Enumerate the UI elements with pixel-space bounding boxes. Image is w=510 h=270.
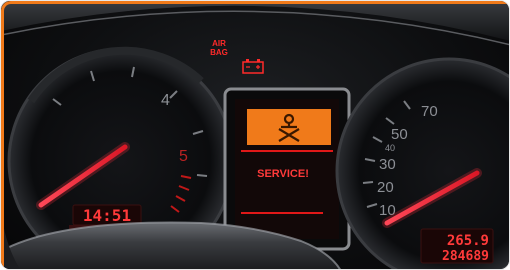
- speed-label-40: 40: [385, 143, 395, 153]
- odometer-total: 284689: [442, 249, 489, 264]
- instrument-cluster: 4 5 14:51 AIR BAG SERVICE! 10 20 30 40 5…: [1, 1, 509, 269]
- airbag-warning-line1: AIR: [212, 39, 226, 48]
- center-display: SERVICE!: [223, 87, 351, 251]
- service-message: SERVICE!: [257, 168, 309, 180]
- clock-time: 14:51: [83, 206, 131, 225]
- tach-label-5: 5: [179, 148, 188, 165]
- trip-meter: 265.9: [447, 233, 489, 249]
- speed-label-20: 20: [377, 179, 394, 196]
- speed-label-50: 50: [391, 126, 408, 143]
- dashboard-photo: 4 5 14:51 AIR BAG SERVICE! 10 20 30 40 5…: [0, 0, 510, 270]
- battery-warning-icon: [242, 59, 264, 74]
- airbag-warning-line2: BAG: [210, 48, 228, 57]
- tach-label-4: 4: [161, 92, 170, 109]
- speed-label-70: 70: [421, 103, 438, 120]
- speed-label-30: 30: [379, 156, 396, 173]
- speedometer: 10 20 30 40 50 70 265.9 284689: [335, 57, 509, 269]
- warning-lights: AIR BAG: [210, 39, 264, 74]
- dashboard-hood: [1, 1, 509, 41]
